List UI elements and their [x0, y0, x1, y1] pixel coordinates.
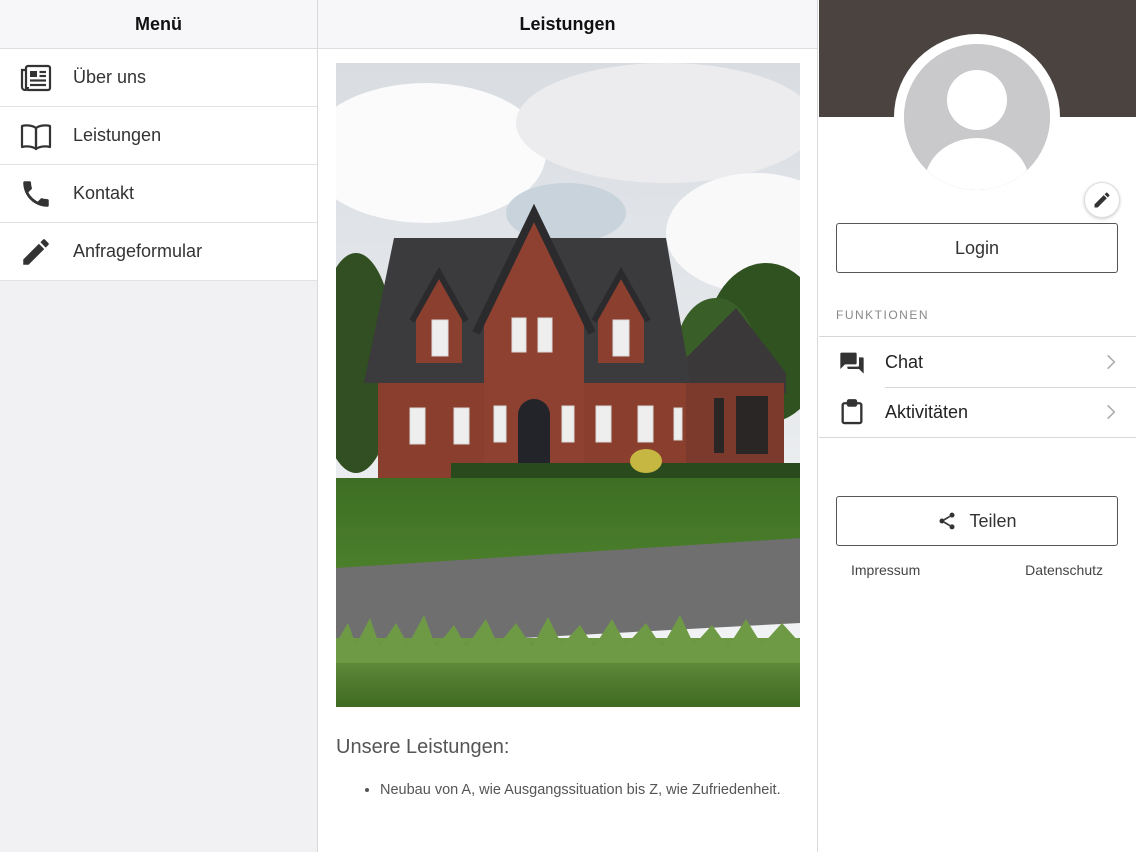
avatar	[894, 34, 1120, 218]
impressum-link[interactable]: Impressum	[851, 562, 920, 578]
profile-panel: Login FUNKTIONEN Chat Aktivitäten Teilen…	[819, 0, 1136, 852]
menu-item-leistungen[interactable]: Leistungen	[0, 107, 317, 165]
menu-list: Über uns Leistungen Kontakt Anfrageformu…	[0, 49, 317, 281]
menu-item-anfrageformular[interactable]: Anfrageformular	[0, 223, 317, 281]
menu-item-kontakt[interactable]: Kontakt	[0, 165, 317, 223]
pencil-icon	[1094, 192, 1110, 208]
menu-item-label: Kontakt	[73, 183, 135, 203]
function-item-label: Chat	[885, 351, 924, 372]
menu-item-label: Leistungen	[73, 125, 162, 145]
page-title: Leistungen	[318, 0, 817, 49]
function-item-aktivitaeten[interactable]: Aktivitäten	[819, 387, 1136, 437]
function-item-chat[interactable]: Chat	[819, 337, 1136, 387]
list-item: Neubau von A, wie Ausgangssituation bis …	[380, 776, 790, 804]
section-title: Unsere Leistungen:	[336, 736, 510, 758]
clipboard-icon	[819, 398, 885, 426]
functions-list: Chat Aktivitäten	[819, 336, 1136, 438]
chevron-right-icon	[1106, 403, 1136, 421]
edit-avatar-button[interactable]	[1084, 182, 1120, 218]
house-photo	[336, 63, 800, 707]
content-panel: Leistungen Unsere Leistungen: • Neubau v…	[318, 0, 818, 852]
open-book-icon	[0, 119, 73, 153]
chevron-right-icon	[1106, 353, 1136, 371]
login-button[interactable]: Login	[836, 223, 1118, 273]
share-icon	[939, 512, 955, 530]
menu-item-ueber-uns[interactable]: Über uns	[0, 49, 317, 107]
menu-item-label: Über uns	[73, 67, 147, 87]
menu-title: Menü	[0, 0, 317, 49]
share-label: Teilen	[969, 510, 1017, 531]
function-item-label: Aktivitäten	[885, 401, 969, 422]
services-list: Neubau von A, wie Ausgangssituation bis …	[380, 776, 790, 804]
chat-icon	[819, 348, 885, 376]
menu-item-label: Anfrageformular	[73, 241, 203, 261]
phone-icon	[0, 177, 73, 211]
share-button[interactable]: Teilen	[836, 496, 1118, 546]
menu-panel: Menü Über uns Leistungen Kontakt Anfrage…	[0, 0, 318, 852]
functions-label: FUNKTIONEN	[836, 308, 929, 322]
newspaper-icon	[0, 61, 73, 95]
datenschutz-link[interactable]: Datenschutz	[1025, 562, 1103, 578]
footer-links: Impressum Datenschutz	[851, 562, 1103, 578]
avatar-placeholder	[904, 44, 1050, 190]
pencil-icon	[0, 235, 73, 269]
